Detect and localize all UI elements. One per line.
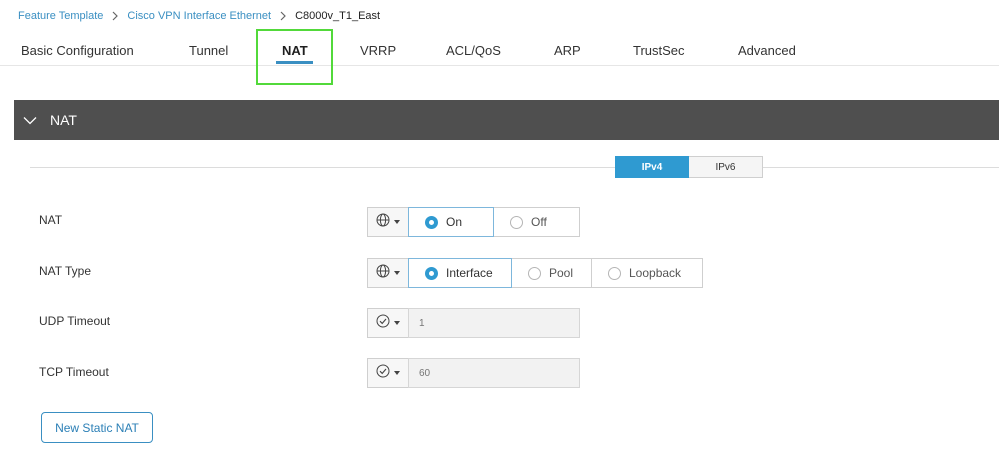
caret-down-icon xyxy=(394,271,400,275)
radio-selected-icon xyxy=(425,266,438,280)
breadcrumb-interface-ethernet-link[interactable]: Cisco VPN Interface Ethernet xyxy=(127,10,271,22)
nat-type-radio-group: Interface Pool Loopback xyxy=(408,258,703,288)
radio-unselected-icon xyxy=(608,266,621,280)
chevron-down-icon[interactable] xyxy=(23,116,37,125)
ipv6-button[interactable]: IPv6 xyxy=(689,156,763,178)
tab-basic-configuration[interactable]: Basic Configuration xyxy=(21,43,134,58)
tcp-timeout-input[interactable] xyxy=(408,358,580,388)
nat-type-scope-dropdown[interactable] xyxy=(367,258,408,288)
udp-timeout-scope-dropdown[interactable] xyxy=(367,308,408,338)
nat-type-interface-label: Interface xyxy=(446,266,493,280)
tab-tunnel[interactable]: Tunnel xyxy=(189,43,228,58)
section-divider xyxy=(30,167,999,168)
nat-scope-dropdown[interactable] xyxy=(367,207,408,237)
nat-off-radio[interactable]: Off xyxy=(493,207,580,237)
udp-timeout-label: UDP Timeout xyxy=(39,314,111,328)
ip-version-toggle: IPv4 IPv6 xyxy=(615,156,763,178)
chevron-right-icon xyxy=(280,11,286,21)
nat-off-label: Off xyxy=(531,215,547,229)
udp-timeout-input[interactable] xyxy=(408,308,580,338)
breadcrumb-current: C8000v_T1_East xyxy=(295,10,381,22)
tab-advanced[interactable]: Advanced xyxy=(738,43,796,58)
chevron-right-icon xyxy=(112,11,119,21)
section-title: NAT xyxy=(50,112,77,128)
nat-label: NAT xyxy=(39,213,63,227)
nat-on-label: On xyxy=(446,215,463,229)
ipv4-button[interactable]: IPv4 xyxy=(615,156,689,178)
caret-down-icon xyxy=(394,220,400,224)
tab-arp[interactable]: ARP xyxy=(554,43,581,58)
breadcrumb: Feature Template Cisco VPN Interface Eth… xyxy=(18,8,380,24)
tab-acl-qos[interactable]: ACL/QoS xyxy=(446,43,501,58)
tab-trustsec[interactable]: TrustSec xyxy=(633,43,685,58)
breadcrumb-feature-template-link[interactable]: Feature Template xyxy=(18,10,103,22)
check-circle-icon xyxy=(376,314,390,333)
nat-on-radio[interactable]: On xyxy=(408,207,494,237)
globe-icon xyxy=(376,264,390,283)
nat-type-label: NAT Type xyxy=(39,264,92,278)
radio-unselected-icon xyxy=(528,266,541,280)
globe-icon xyxy=(376,213,390,232)
nat-type-pool-label: Pool xyxy=(549,266,574,280)
tcp-timeout-label: TCP Timeout xyxy=(39,365,109,379)
nat-type-pool-radio[interactable]: Pool xyxy=(511,258,592,288)
tcp-timeout-scope-dropdown[interactable] xyxy=(367,358,408,388)
nat-section-header[interactable]: NAT xyxy=(14,100,999,140)
tab-vrrp[interactable]: VRRP xyxy=(360,43,396,58)
nat-type-interface-radio[interactable]: Interface xyxy=(408,258,512,288)
check-circle-icon xyxy=(376,364,390,383)
radio-unselected-icon xyxy=(510,215,523,229)
tab-bar: Basic Configuration Tunnel NAT VRRP ACL/… xyxy=(0,40,999,66)
caret-down-icon xyxy=(394,321,400,325)
radio-selected-icon xyxy=(425,215,438,229)
nat-type-loopback-radio[interactable]: Loopback xyxy=(591,258,703,288)
nat-radio-group: On Off xyxy=(408,207,580,237)
tab-highlight-box xyxy=(256,29,333,85)
nat-type-loopback-label: Loopback xyxy=(629,266,682,280)
new-static-nat-button[interactable]: New Static NAT xyxy=(41,412,153,443)
caret-down-icon xyxy=(394,371,400,375)
